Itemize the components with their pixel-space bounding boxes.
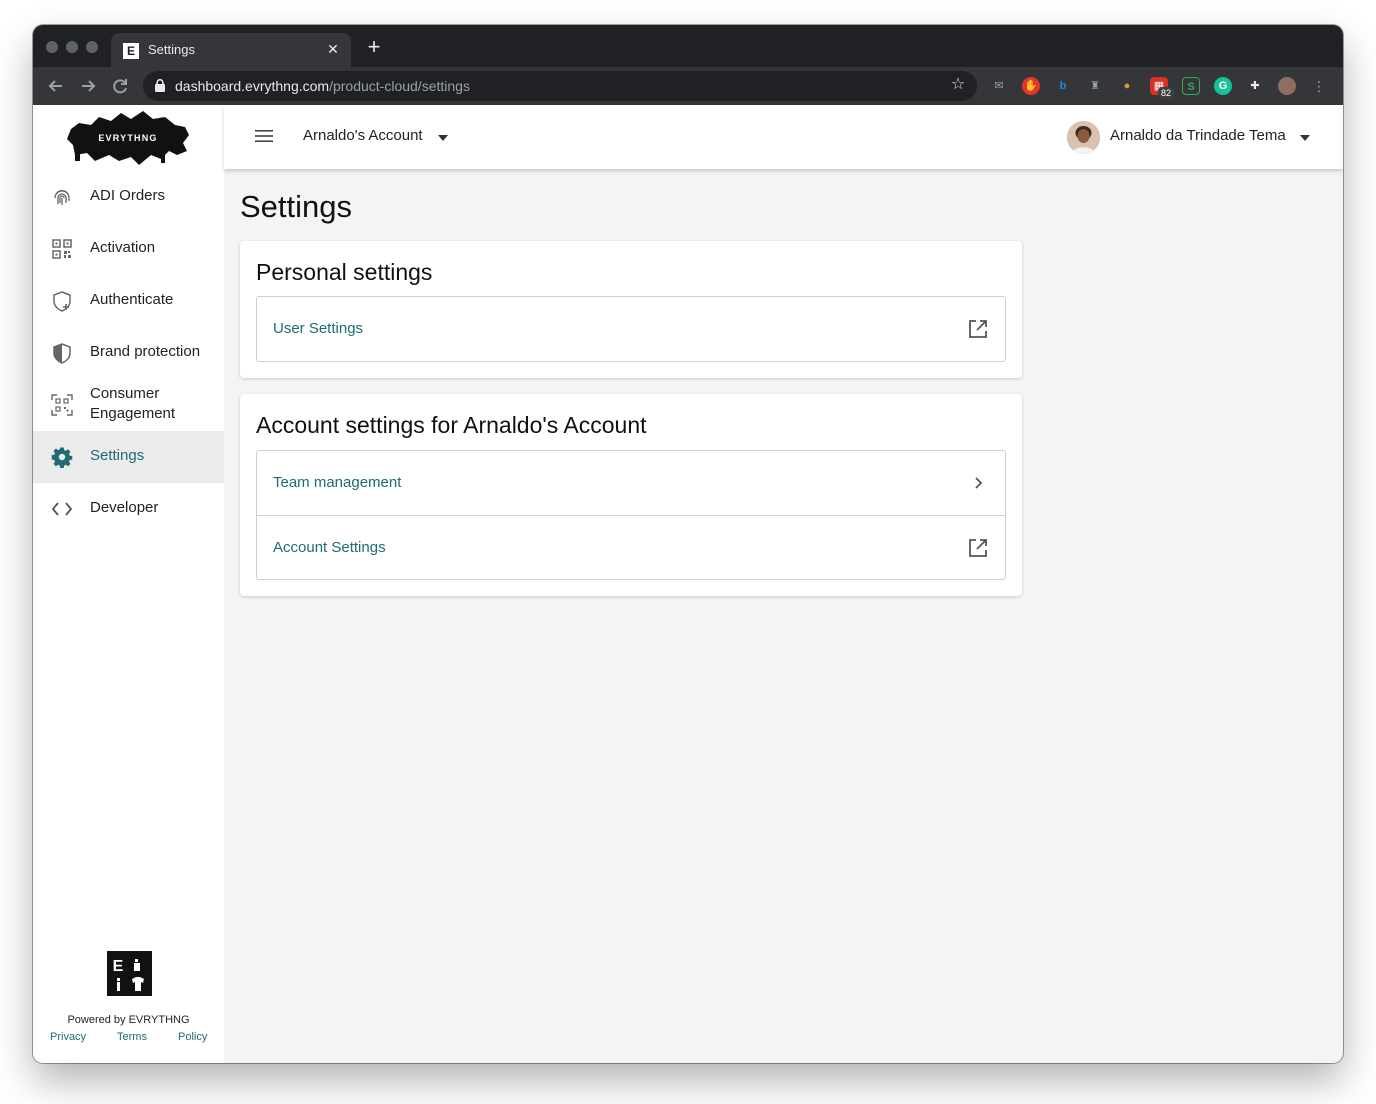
account-settings-card: Account settings for Arnaldo's Account T… [240, 394, 1022, 596]
mail-extension-icon[interactable]: ✉ [990, 77, 1008, 95]
list-item-label: Team management [273, 474, 402, 491]
sidebar-item-authenticate[interactable]: Authenticate [33, 275, 224, 327]
new-tab-button[interactable]: + [363, 36, 385, 59]
evrythng-footer-logo: E [107, 951, 152, 996]
sidebar-item-consumer-engagement[interactable]: Consumer Engagement [33, 379, 224, 431]
sidebar-item-settings[interactable]: Settings [33, 431, 224, 483]
hamburger-menu-icon[interactable] [254, 128, 274, 144]
footer-link-policy[interactable]: Policy [178, 1031, 207, 1043]
bookmark-star-icon[interactable]: ☆ [949, 76, 967, 94]
browser-tab-strip: E Settings ✕ + [33, 25, 1343, 67]
chevron-down-icon[interactable] [438, 135, 448, 141]
address-bar[interactable]: dashboard.evrythng.com/product-cloud/set… [143, 71, 977, 101]
account-settings-list: Team management Account Settings [256, 450, 1006, 580]
logo-wordmark: EVRYTHNG [98, 133, 157, 143]
user-name[interactable]: Arnaldo da Trindade Tema [1110, 127, 1286, 144]
browser-toolbar: dashboard.evrythng.com/product-cloud/set… [33, 67, 1343, 105]
s-extension-icon[interactable]: S [1182, 77, 1200, 95]
sidebar-item-label-line2: Engagement [90, 405, 176, 422]
footer-link-privacy[interactable]: Privacy [50, 1031, 86, 1043]
list-item-label: User Settings [273, 320, 364, 337]
qr-scan-icon [51, 394, 73, 416]
tab-close-icon[interactable]: ✕ [323, 39, 343, 59]
browser-window: E Settings ✕ + dashboard.evrythng.com/pr… [33, 25, 1343, 1063]
code-icon [51, 502, 73, 516]
evrythng-logo[interactable]: EVRYTHNG [65, 109, 191, 167]
sidebar-item-brand-protection[interactable]: Brand protection [33, 327, 224, 379]
qr-code-icon [52, 239, 72, 259]
grammarly-extension-icon[interactable]: G [1214, 77, 1232, 95]
window-close-dot[interactable] [46, 41, 58, 53]
adblock-extension-icon[interactable]: ✋ [1022, 77, 1040, 95]
forward-icon[interactable] [77, 75, 99, 97]
footer-link-terms[interactable]: Terms [117, 1031, 147, 1043]
sidebar-item-label: Consumer Engagement [90, 384, 175, 424]
sidebar-item-label: Developer [90, 499, 159, 516]
card-title: Account settings for Arnaldo's Account [256, 412, 647, 438]
personal-settings-card: Personal settings User Settings [240, 241, 1022, 378]
team-management-link[interactable]: Team management [257, 451, 1005, 515]
svg-text:E: E [113, 958, 124, 975]
powered-by-text: Powered by EVRYTHNG [67, 1014, 190, 1026]
shield-extension-icon[interactable]: ♜ [1086, 77, 1104, 95]
tab-title: Settings [148, 42, 195, 57]
window-zoom-dot[interactable] [86, 41, 98, 53]
user-settings-link[interactable]: User Settings [257, 297, 1005, 361]
reload-icon[interactable] [109, 75, 131, 97]
sidebar-item-activation[interactable]: Activation [33, 223, 224, 275]
page-title: Settings [240, 189, 353, 224]
sidebar-item-adi-orders[interactable]: ADI Orders [33, 171, 224, 223]
chevron-right-icon [975, 477, 983, 489]
sidebar-item-developer[interactable]: Developer [33, 483, 224, 535]
lock-icon[interactable] [155, 79, 165, 92]
gear-icon [51, 447, 73, 468]
chevron-down-icon[interactable] [1300, 135, 1310, 141]
tab-favicon-icon: E [123, 43, 139, 59]
calendar-extension-icon[interactable]: ▦ 82 [1150, 77, 1175, 99]
extensions-puzzle-icon[interactable]: ✚ [1246, 77, 1264, 95]
account-settings-link[interactable]: Account Settings [257, 515, 1005, 579]
sidebar-item-label: ADI Orders [90, 187, 166, 204]
url-text: dashboard.evrythng.com/product-cloud/set… [175, 78, 470, 94]
external-link-icon [969, 539, 987, 557]
sidebar: EVRYTHNG ADI Orders Activation Authentic… [33, 105, 224, 1063]
list-item-label: Account Settings [273, 539, 386, 556]
shield-plus-icon [53, 291, 71, 312]
app: EVRYTHNG ADI Orders Activation Authentic… [33, 105, 1343, 1063]
url-path: /product-cloud/settings [329, 78, 470, 94]
avatar[interactable] [1067, 121, 1100, 154]
sidebar-item-label: Settings [90, 447, 145, 464]
fingerprint-icon [54, 190, 70, 205]
sidebar-item-label: Authenticate [90, 291, 174, 308]
sidebar-item-label-line1: Consumer [90, 385, 160, 402]
window-minimize-dot[interactable] [66, 41, 78, 53]
sidebar-item-label: Brand protection [90, 343, 201, 360]
url-host: dashboard.evrythng.com [175, 78, 330, 94]
sidebar-item-label: Activation [90, 239, 156, 256]
external-link-icon [969, 320, 987, 338]
card-title: Personal settings [256, 259, 433, 285]
bing-extension-icon[interactable]: b [1054, 77, 1072, 95]
shield-half-icon [53, 343, 71, 364]
personal-settings-list: User Settings [256, 296, 1006, 362]
extension-badge: 82 [1158, 87, 1175, 99]
profile-avatar-icon[interactable] [1278, 77, 1296, 95]
browser-menu-icon[interactable]: ⋮ [1310, 77, 1328, 95]
cookie-extension-icon[interactable]: ● [1118, 77, 1136, 95]
main-content: Settings Personal settings User Settings… [224, 169, 1343, 1063]
back-icon[interactable] [45, 75, 67, 97]
app-header: Arnaldo's Account Arnaldo da Trindade Te… [224, 105, 1343, 169]
account-switcher[interactable]: Arnaldo's Account [303, 127, 423, 144]
browser-tab[interactable]: E Settings ✕ [111, 33, 351, 67]
